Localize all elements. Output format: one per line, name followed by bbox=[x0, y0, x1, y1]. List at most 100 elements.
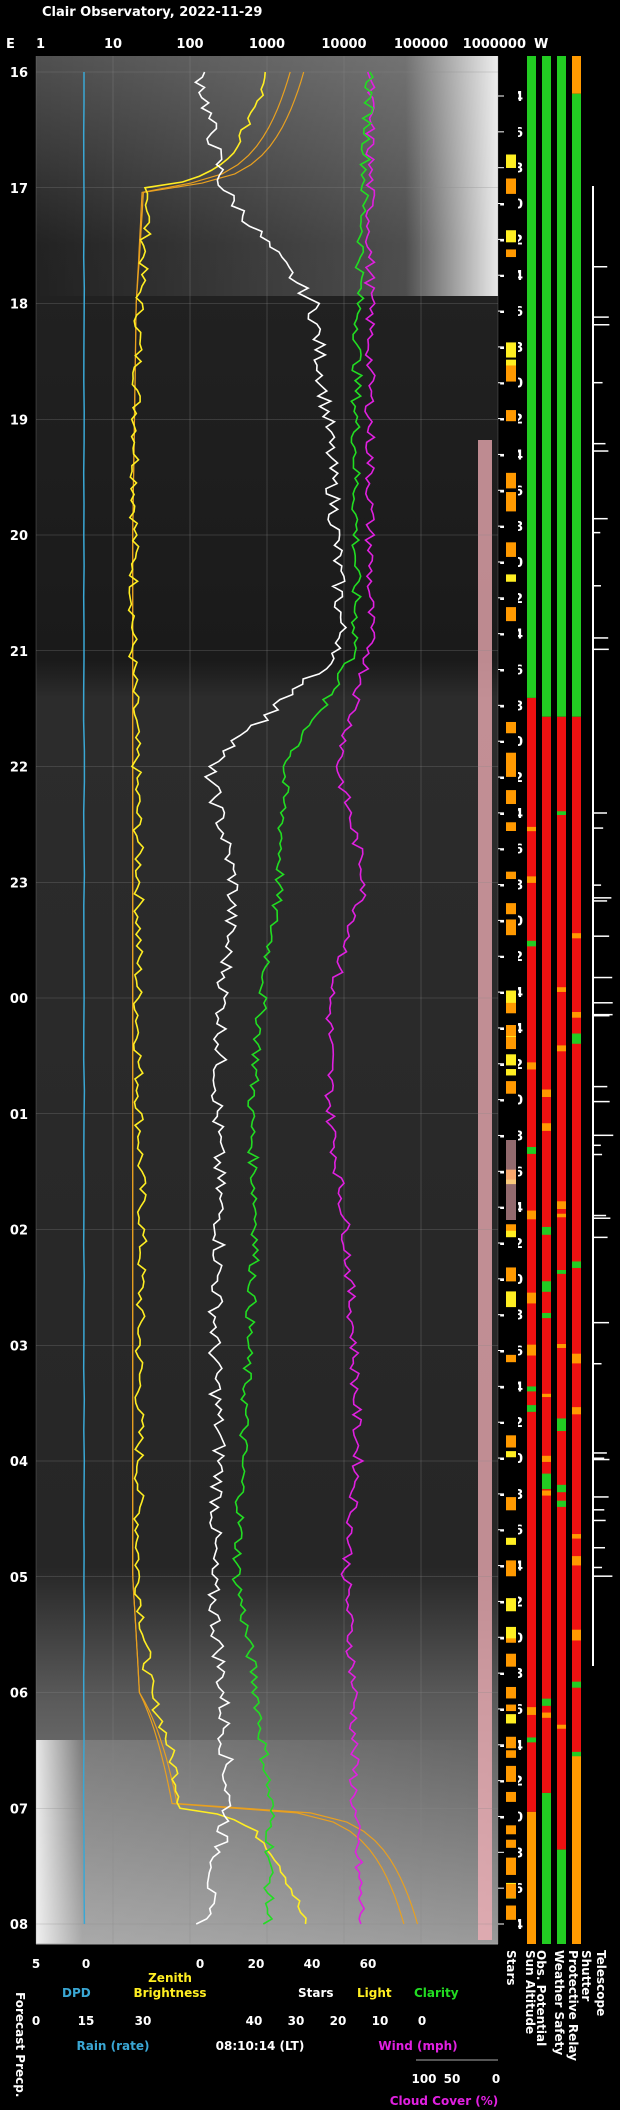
hour-tick-label: 07 bbox=[10, 1802, 28, 1817]
light-label: Light bbox=[357, 1986, 392, 2000]
status-segment bbox=[572, 1751, 581, 1757]
telescope-bar bbox=[594, 1134, 614, 1137]
shutter-label: Shutter bbox=[579, 1950, 593, 2001]
status-segment bbox=[557, 1424, 566, 1432]
stars-mark bbox=[506, 871, 516, 880]
telescope-bar bbox=[594, 1002, 613, 1004]
stars-mark bbox=[506, 1054, 516, 1066]
stars-column-marks bbox=[506, 154, 516, 1920]
telescope-bar bbox=[594, 884, 602, 886]
stars-mark bbox=[506, 1598, 516, 1612]
stars-mark bbox=[506, 1435, 516, 1448]
zenith-label-1: Zenith bbox=[148, 1971, 192, 1985]
telescope-bar bbox=[594, 1144, 601, 1147]
stars-mark bbox=[506, 1883, 516, 1898]
status-segment bbox=[572, 1012, 581, 1018]
telescope-bar bbox=[594, 897, 612, 899]
telescope-bar bbox=[594, 1153, 603, 1156]
chart-title: Clair Observatory, 2022-11-29 bbox=[42, 5, 262, 20]
telescope-bar bbox=[594, 585, 602, 587]
hour-tick-label: 17 bbox=[10, 182, 28, 197]
stars-mark bbox=[506, 1537, 516, 1545]
protective-relay-label: Protective Relay bbox=[566, 1950, 580, 2061]
telescope-bar bbox=[594, 517, 608, 520]
hour-tick-label: 19 bbox=[10, 413, 28, 428]
stars-mark bbox=[506, 230, 516, 243]
bottom-tick-label: 15 bbox=[78, 2014, 95, 2028]
stars-mark bbox=[506, 1267, 516, 1282]
stars-mark bbox=[506, 1714, 516, 1724]
status-segment bbox=[572, 1261, 581, 1268]
bottom-tick-label: 40 bbox=[304, 1957, 321, 1971]
top-tick-label: 1000000 bbox=[463, 37, 526, 52]
hour-tick-label: 03 bbox=[10, 1339, 28, 1354]
bottom-tick-label: 30 bbox=[135, 2014, 152, 2028]
weather-safety-label: Weather Safety bbox=[552, 1950, 566, 2055]
stars-mark bbox=[506, 822, 516, 832]
bottom-tick-label: 40 bbox=[246, 2014, 263, 2028]
cloud-cover-label: Cloud Cover (%) bbox=[390, 2094, 499, 2108]
top-tick-label: 100 bbox=[176, 37, 203, 52]
status-segment bbox=[542, 1281, 551, 1292]
west-label: W bbox=[534, 37, 548, 52]
forecast-precip-label: Forecast Precp. bbox=[13, 1992, 27, 2097]
status-segment bbox=[542, 1490, 551, 1496]
obs-potential-label: Obs. Potential bbox=[534, 1950, 548, 2046]
status-segment bbox=[557, 1344, 566, 1348]
bottom-axis-ticks: 5 0 0 20 40 600 15 30 40 30 20 10 0100 50 0 bbox=[32, 1957, 500, 2086]
hour-tick-label: 18 bbox=[10, 298, 28, 313]
pink-band bbox=[478, 440, 492, 1940]
bottom-tick-label: 0 bbox=[82, 1957, 90, 1971]
zenith-label-2: Brightness bbox=[133, 1986, 206, 2000]
telescope-bar bbox=[594, 450, 609, 452]
stars-mark bbox=[506, 1839, 516, 1848]
status-segment bbox=[557, 1724, 566, 1729]
status-segment bbox=[527, 1062, 536, 1070]
top-tick-label: 10 bbox=[104, 37, 122, 52]
hour-tick-label: 16 bbox=[10, 66, 28, 81]
telescope-bar bbox=[594, 1575, 613, 1577]
status-segment bbox=[572, 1681, 581, 1688]
telescope-bar bbox=[594, 812, 607, 814]
stars-mark bbox=[506, 1224, 516, 1231]
status-segment bbox=[572, 1556, 581, 1566]
telescope-bar bbox=[594, 442, 606, 445]
telescope-bar bbox=[594, 637, 609, 639]
telescope-bar bbox=[594, 1452, 607, 1454]
hour-tick-label: 04 bbox=[10, 1455, 28, 1470]
status-segment bbox=[572, 56, 581, 94]
status-segment bbox=[527, 1210, 536, 1220]
status-segment bbox=[572, 1353, 581, 1364]
status-segment bbox=[527, 1292, 536, 1304]
stars-vertical-label: Stars bbox=[504, 1950, 518, 1986]
stars-mark bbox=[506, 342, 516, 358]
status-segment bbox=[542, 1393, 551, 1398]
bottom-tick-label: 10 bbox=[372, 2014, 389, 2028]
hour-tick-label: 00 bbox=[10, 992, 28, 1007]
status-segment bbox=[542, 1226, 551, 1235]
status-segment bbox=[542, 1089, 551, 1098]
top-tick-label: 1 bbox=[36, 37, 45, 52]
stars-mark bbox=[506, 1037, 516, 1050]
telescope-bar bbox=[594, 827, 604, 829]
telescope-bar bbox=[594, 1236, 608, 1239]
status-segment bbox=[542, 1312, 551, 1319]
stars-mark bbox=[506, 499, 516, 512]
hour-axis: 16 17 18 19 20 21 22 23 00 01 02 03 04 05 06 07 08 bbox=[10, 66, 28, 1933]
stars-mark bbox=[506, 1736, 516, 1749]
telescope-label: Telescope bbox=[594, 1950, 608, 2016]
bottom-tick-label: 0 bbox=[196, 1957, 204, 1971]
stars-mark bbox=[506, 1653, 516, 1667]
hour-tick-label: 23 bbox=[10, 876, 28, 891]
stars-mark bbox=[506, 1905, 516, 1920]
stars-mark bbox=[506, 790, 516, 805]
status-segment bbox=[542, 1698, 551, 1706]
telescope-bar bbox=[594, 935, 610, 937]
telescope-bar bbox=[594, 1509, 605, 1511]
status-segment bbox=[572, 1755, 581, 1944]
telescope-bar bbox=[594, 265, 608, 268]
bottom-tick-label: 30 bbox=[288, 2014, 305, 2028]
status-segment bbox=[572, 1534, 581, 1539]
stars-mark bbox=[506, 903, 516, 914]
status-segment bbox=[542, 56, 551, 717]
